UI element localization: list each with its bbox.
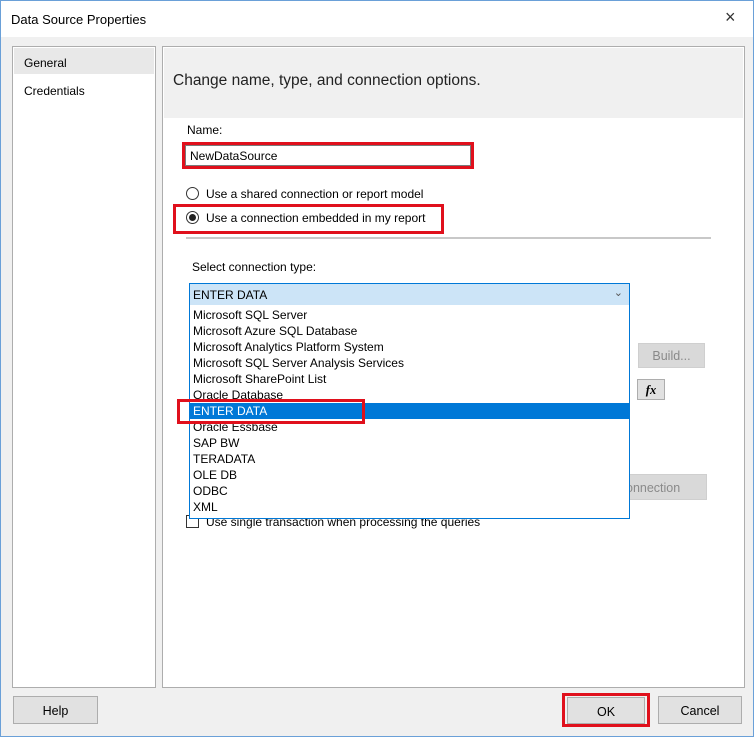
separator xyxy=(186,237,711,239)
list-item[interactable]: OLE DB xyxy=(190,467,629,483)
nav-panel: General Credentials xyxy=(12,46,156,688)
list-item[interactable]: Microsoft Analytics Platform System xyxy=(190,339,629,355)
list-item[interactable]: TERADATA xyxy=(190,451,629,467)
dialog-window: Data Source Properties × General Credent… xyxy=(0,0,754,737)
list-item[interactable]: Microsoft SharePoint List xyxy=(190,371,629,387)
list-item[interactable]: Microsoft SQL Server xyxy=(190,307,629,323)
radio-embedded-label: Use a connection embedded in my report xyxy=(206,211,426,225)
cancel-button[interactable]: Cancel xyxy=(658,696,742,724)
title-bar: Data Source Properties × xyxy=(1,1,753,37)
list-item[interactable]: Microsoft SQL Server Analysis Services xyxy=(190,355,629,371)
list-item[interactable]: Microsoft Azure SQL Database xyxy=(190,323,629,339)
connection-type-label: Select connection type: xyxy=(192,260,317,274)
nav-item-credentials[interactable]: Credentials xyxy=(14,76,154,102)
list-item[interactable]: XML xyxy=(190,499,629,515)
connection-type-dropdown[interactable]: ENTER DATA ⌄ xyxy=(189,283,630,306)
highlight-box xyxy=(177,399,365,424)
header-band: Change name, type, and connection option… xyxy=(164,48,743,118)
name-input[interactable] xyxy=(185,145,471,166)
name-label: Name: xyxy=(187,123,223,137)
nav-item-general[interactable]: General xyxy=(14,48,154,74)
chevron-down-icon: ⌄ xyxy=(613,287,623,299)
radio-shared-connection[interactable] xyxy=(186,187,199,200)
dropdown-selected-value: ENTER DATA xyxy=(193,288,268,302)
radio-embedded-connection[interactable] xyxy=(186,211,199,224)
window-title: Data Source Properties xyxy=(11,12,147,27)
list-item[interactable]: SAP BW xyxy=(190,435,629,451)
page-title: Change name, type, and connection option… xyxy=(173,72,481,89)
build-button[interactable]: Build... xyxy=(638,343,705,368)
expression-fx-button[interactable]: fx xyxy=(637,379,665,400)
radio-shared-label: Use a shared connection or report model xyxy=(206,187,424,201)
help-button[interactable]: Help xyxy=(13,696,98,724)
list-item[interactable]: ODBC xyxy=(190,483,629,499)
close-icon[interactable]: × xyxy=(725,7,736,28)
highlight-box xyxy=(562,693,650,727)
